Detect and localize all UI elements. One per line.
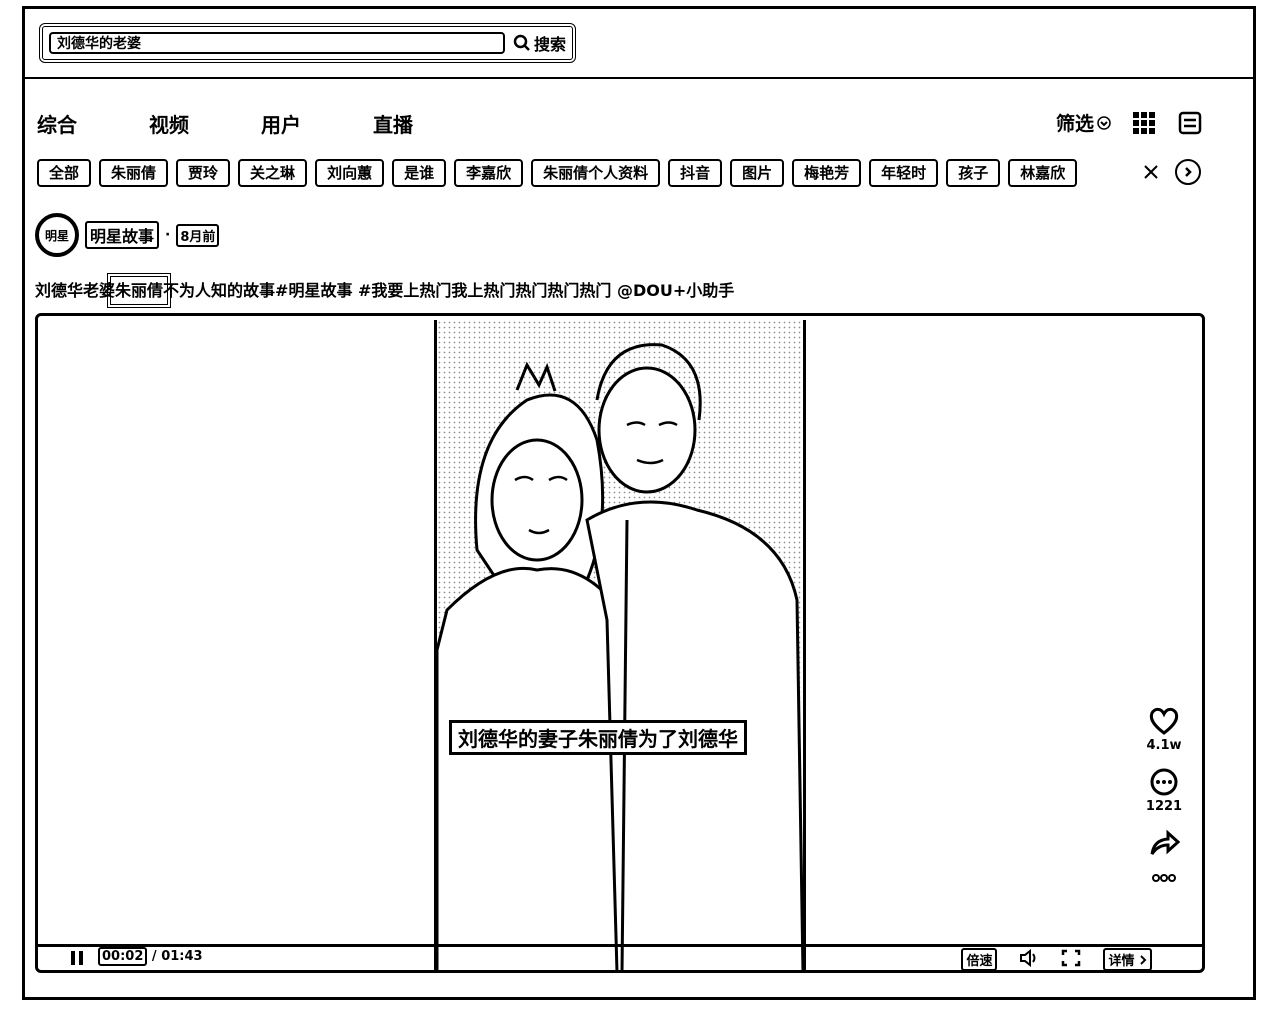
- tab-video[interactable]: 视频: [149, 109, 261, 138]
- comment-count: 1221: [1145, 799, 1183, 814]
- search-button[interactable]: 搜索: [513, 31, 566, 55]
- top-bar: 搜索: [25, 9, 1253, 79]
- comment-icon: [1150, 768, 1178, 796]
- like-count: 4.1w: [1146, 738, 1182, 753]
- single-view-button[interactable]: [1177, 110, 1203, 136]
- search-button-label: 搜索: [533, 35, 566, 54]
- video-subtitle: 刘德华的妻子朱丽倩为了刘德华: [449, 720, 747, 755]
- more-button[interactable]: [1151, 872, 1177, 884]
- speed-button[interactable]: 倍速: [961, 948, 998, 970]
- chips-next-button[interactable]: [1175, 159, 1201, 185]
- heart-icon: [1149, 707, 1179, 735]
- chip[interactable]: 朱丽倩个人资料: [531, 159, 661, 187]
- app-window: 搜索 综合 视频 用户 直播 筛选 全部 朱丽倩 贾玲 关之琳 刘向蕙: [22, 6, 1256, 1000]
- chip[interactable]: 李嘉欣: [454, 159, 524, 187]
- avatar[interactable]: 明星: [35, 213, 79, 257]
- desc-rest[interactable]: 不为人知的故事#明星故事 #我要上热门我上热门热门热门热门 @DOU+小助手: [163, 281, 734, 300]
- chip[interactable]: 关之琳: [238, 159, 308, 187]
- video-frame[interactable]: 刘德华的妻子朱丽倩为了刘德华: [434, 320, 806, 970]
- detail-button[interactable]: 详情: [1103, 948, 1152, 970]
- search-box: 搜索: [39, 23, 576, 63]
- video-player: 刘德华的妻子朱丽倩为了刘德华 4.1w 1221 00:02 / 01:43 倍…: [35, 313, 1205, 973]
- share-button[interactable]: [1148, 828, 1180, 858]
- grid-view-button[interactable]: [1131, 110, 1157, 136]
- tab-general[interactable]: 综合: [37, 109, 149, 138]
- video-image: [437, 320, 803, 970]
- single-column-icon: [1178, 111, 1202, 134]
- result-tabs: 综合 视频 用户 直播: [37, 109, 485, 138]
- chip[interactable]: 刘向蕙: [315, 159, 385, 187]
- player-right-controls: 倍速 详情: [961, 948, 1152, 971]
- desc-highlight: 朱丽倩: [107, 273, 172, 308]
- video-actions: 4.1w 1221: [1134, 706, 1194, 898]
- separator-dot: ·: [165, 227, 171, 243]
- filter-button[interactable]: 筛选: [1056, 109, 1111, 136]
- chip[interactable]: 林嘉欣: [1008, 159, 1078, 187]
- desc-prefix: 刘德华老婆: [35, 281, 116, 300]
- post-time: 8月前: [176, 223, 220, 247]
- like-button[interactable]: 4.1w: [1146, 706, 1182, 753]
- search-icon: [513, 34, 530, 51]
- volume-icon: [1020, 948, 1036, 967]
- pause-icon: [71, 951, 83, 965]
- player-controls: 00:02 / 01:43 倍速 详情: [38, 944, 1202, 970]
- chip[interactable]: 年轻时: [869, 159, 939, 187]
- chips-close-button[interactable]: [1139, 159, 1163, 189]
- time-separator: /: [151, 949, 157, 964]
- post-author: 明星 明星故事 · 8月前: [35, 213, 220, 257]
- chip[interactable]: 贾玲: [176, 159, 231, 187]
- chevron-down-icon: [1097, 115, 1111, 130]
- filter-label: 筛选: [1055, 113, 1094, 135]
- duration: 01:43: [161, 949, 203, 964]
- author-name[interactable]: 明星故事: [85, 221, 160, 249]
- current-time: 00:02: [98, 947, 148, 966]
- chip[interactable]: 图片: [730, 159, 785, 187]
- view-tools: 筛选: [1056, 109, 1203, 136]
- pause-button[interactable]: [68, 949, 86, 970]
- post-description: 刘德华老婆朱丽倩不为人知的故事#明星故事 #我要上热门我上热门热门热门热门 @D…: [35, 273, 734, 308]
- grid-icon: [1133, 111, 1155, 134]
- chip[interactable]: 梅艳芳: [792, 159, 862, 187]
- related-search-chips: 全部 朱丽倩 贾玲 关之琳 刘向蕙 是谁 李嘉欣 朱丽倩个人资料 抖音 图片 梅…: [37, 159, 1167, 187]
- fullscreen-icon: [1062, 949, 1081, 966]
- chip[interactable]: 全部: [37, 159, 92, 187]
- tab-live[interactable]: 直播: [373, 109, 485, 138]
- timecode: 00:02 / 01:43: [98, 947, 203, 966]
- fullscreen-button[interactable]: [1061, 949, 1081, 971]
- chip[interactable]: 孩子: [946, 159, 1001, 187]
- chip[interactable]: 朱丽倩: [99, 159, 169, 187]
- volume-button[interactable]: [1019, 948, 1039, 971]
- more-icon: [1152, 874, 1176, 882]
- search-input[interactable]: [49, 32, 505, 54]
- share-icon: [1150, 829, 1180, 855]
- chevron-right-icon: [1140, 955, 1147, 965]
- detail-label: 详情: [1108, 954, 1135, 969]
- chevron-right-icon: [1185, 167, 1192, 177]
- chip[interactable]: 抖音: [668, 159, 723, 187]
- close-icon: [1144, 165, 1158, 179]
- comment-button[interactable]: 1221: [1146, 767, 1182, 814]
- chip[interactable]: 是谁: [392, 159, 447, 187]
- tab-user[interactable]: 用户: [261, 109, 373, 138]
